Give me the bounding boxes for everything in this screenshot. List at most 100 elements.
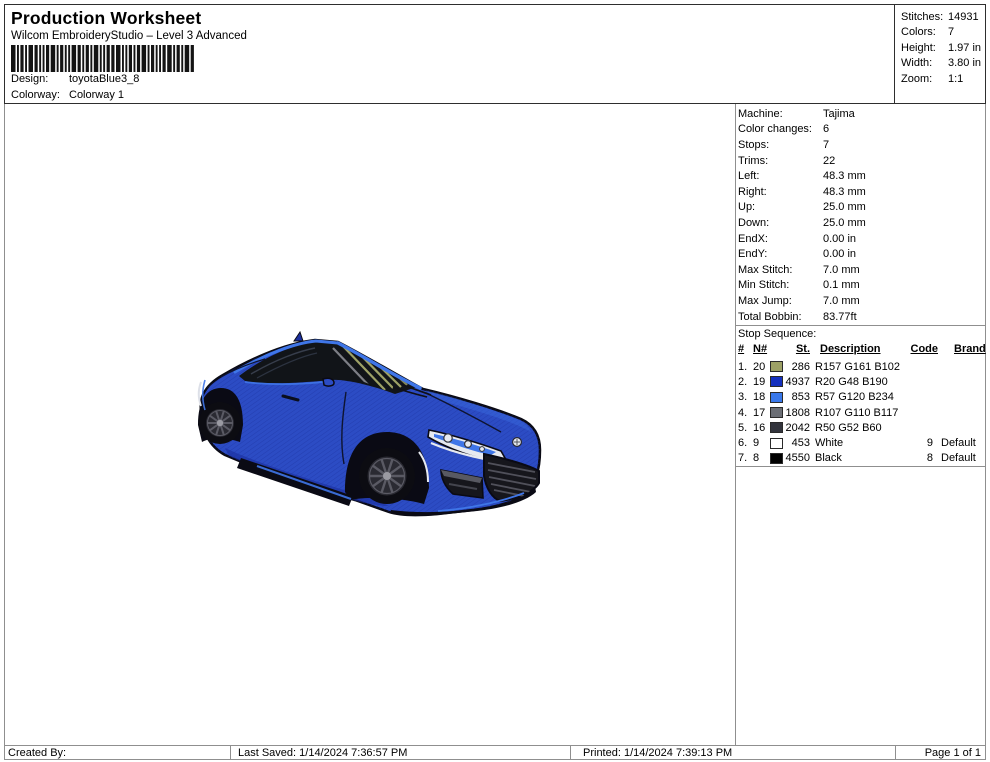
machine-info-row: EndX: 0.00 in bbox=[736, 231, 984, 247]
col-brand: Brand bbox=[954, 343, 986, 355]
stop-sequence-row: 6. 9 453 White 9 Default bbox=[738, 435, 984, 450]
stop-sequence-title: Stop Sequence: bbox=[738, 328, 817, 340]
printed-text: Printed: 1/14/2024 7:39:13 PM bbox=[583, 747, 733, 759]
machine-info-label: Max Jump: bbox=[738, 294, 792, 307]
stat-row: Width: 3.80 in bbox=[901, 56, 985, 71]
footer-divider-2 bbox=[570, 745, 571, 759]
machine-info-label: Color changes: bbox=[738, 123, 812, 136]
thread-brand: Default bbox=[941, 452, 976, 465]
stat-label: Height: bbox=[901, 41, 936, 54]
thread-description: R20 G48 B190 bbox=[815, 375, 888, 388]
table-bottom-divider bbox=[735, 466, 985, 467]
stop-sequence-row: 4. 17 1808 R107 G110 B117 bbox=[738, 405, 984, 420]
machine-info-label: EndX: bbox=[738, 232, 768, 245]
header-box: Production Worksheet Wilcom EmbroiderySt… bbox=[4, 4, 895, 104]
stitch-count: 4937 bbox=[785, 375, 810, 388]
machine-info-value: 48.3 mm bbox=[823, 185, 866, 198]
thread-color-swatch bbox=[770, 407, 783, 419]
machine-info-value: 25.0 mm bbox=[823, 201, 866, 214]
thread-color-swatch bbox=[770, 391, 783, 403]
machine-info-row: Right: 48.3 mm bbox=[736, 184, 984, 200]
machine-info-row: Min Stitch: 0.1 mm bbox=[736, 278, 984, 294]
machine-info-value: 22 bbox=[823, 154, 836, 167]
embroidery-design-car-preview bbox=[197, 330, 542, 517]
machine-info-value: 0.00 in bbox=[823, 248, 857, 261]
machine-info-row: EndY: 0.00 in bbox=[736, 246, 984, 262]
machine-info-label: Stops: bbox=[738, 138, 770, 151]
design-row: Design: toyotaBlue3_8 bbox=[11, 73, 139, 85]
needle-number: 19 bbox=[753, 375, 766, 388]
side-mirror bbox=[322, 377, 335, 387]
stat-value: 14931 bbox=[948, 11, 979, 23]
machine-info-label: Machine: bbox=[738, 107, 783, 120]
stat-value: 3.80 in bbox=[948, 57, 982, 70]
machine-info-label: Up: bbox=[738, 201, 756, 214]
production-worksheet-page: Production Worksheet Wilcom EmbroiderySt… bbox=[0, 0, 990, 762]
stitch-count: 853 bbox=[791, 391, 810, 404]
stat-value: 7 bbox=[948, 26, 955, 39]
stop-sequence-header: # N# St. Description Code Brand bbox=[738, 343, 986, 355]
machine-info-label: Right: bbox=[738, 185, 767, 198]
design-value: toyotaBlue3_8 bbox=[69, 73, 140, 85]
machine-info-row: Left: 48.3 mm bbox=[736, 168, 984, 184]
machine-info-label: Min Stitch: bbox=[738, 279, 790, 292]
stats-panel: Stitches: 14931 Colors: 7 Height: 1.97 i… bbox=[894, 4, 986, 104]
page-title: Production Worksheet bbox=[11, 8, 202, 28]
thread-color-swatch bbox=[770, 437, 783, 449]
needle-number: 20 bbox=[753, 360, 766, 373]
col-number: # bbox=[738, 343, 745, 355]
roof-antenna-fin bbox=[293, 330, 304, 342]
thread-description: R50 G52 B60 bbox=[815, 421, 882, 434]
row-number: 6. bbox=[738, 437, 748, 450]
stop-sequence-row: 5. 16 2042 R50 G52 B60 bbox=[738, 420, 984, 435]
machine-info-row: Stops: 7 bbox=[736, 137, 984, 153]
machine-info-row: Color changes: 6 bbox=[736, 122, 984, 138]
col-stitches: St. bbox=[795, 343, 810, 355]
col-description: Description bbox=[820, 343, 881, 355]
stat-label: Zoom: bbox=[901, 72, 933, 85]
machine-info-panel: Machine: Tajima Color changes: 6 Stops: … bbox=[736, 106, 984, 324]
machine-info-value: 0.00 in bbox=[823, 232, 857, 245]
stat-row: Zoom: 1:1 bbox=[901, 72, 985, 87]
stat-label: Colors: bbox=[901, 26, 936, 39]
machine-info-row: Down: 25.0 mm bbox=[736, 215, 984, 231]
row-number: 2. bbox=[738, 375, 748, 388]
thread-color-swatch bbox=[770, 452, 783, 464]
machine-info-value: 25.0 mm bbox=[823, 216, 866, 229]
stop-sequence-row: 7. 8 4550 Black 8 Default bbox=[738, 451, 984, 466]
row-number: 1. bbox=[738, 360, 748, 373]
stitch-count: 2042 bbox=[785, 421, 810, 434]
stitch-count: 286 bbox=[791, 360, 810, 373]
footer-divider-1 bbox=[230, 745, 231, 759]
stat-row: Colors: 7 bbox=[901, 25, 985, 40]
thread-description: R107 G110 B117 bbox=[815, 406, 899, 419]
machine-info-row: Max Stitch: 7.0 mm bbox=[736, 262, 984, 278]
machine-info-label: Trims: bbox=[738, 154, 769, 167]
created-by-label: Created By: bbox=[8, 747, 67, 759]
stat-row: Height: 1.97 in bbox=[901, 41, 985, 56]
stop-sequence-row: 2. 19 4937 R20 G48 B190 bbox=[738, 374, 984, 389]
stop-sequence-row: 3. 18 853 R57 G120 B234 bbox=[738, 390, 984, 405]
stop-sequence-divider bbox=[735, 325, 985, 326]
page-number: Page 1 of 1 bbox=[924, 747, 981, 759]
last-saved-text: Last Saved: 1/14/2024 7:36:57 PM bbox=[238, 747, 408, 759]
row-number: 7. bbox=[738, 452, 748, 465]
thread-description: Black bbox=[815, 452, 842, 465]
row-number: 3. bbox=[738, 391, 748, 404]
page-right-border bbox=[985, 104, 986, 759]
row-number: 4. bbox=[738, 406, 748, 419]
stat-value: 1:1 bbox=[948, 72, 964, 85]
page-left-border bbox=[4, 104, 5, 759]
colorway-value: Colorway 1 bbox=[69, 89, 125, 101]
col-code: Code bbox=[910, 343, 939, 355]
thread-description: White bbox=[815, 437, 844, 450]
machine-info-value: 6 bbox=[823, 123, 830, 136]
thread-code: 8 bbox=[926, 452, 933, 465]
machine-info-value: 48.3 mm bbox=[823, 170, 866, 183]
machine-info-row: Machine: Tajima bbox=[736, 106, 984, 122]
needle-number: 9 bbox=[753, 437, 760, 450]
machine-info-row: Trims: 22 bbox=[736, 153, 984, 169]
thread-code: 9 bbox=[926, 437, 933, 450]
stat-label: Stitches: bbox=[901, 11, 944, 23]
stat-label: Width: bbox=[901, 57, 933, 70]
